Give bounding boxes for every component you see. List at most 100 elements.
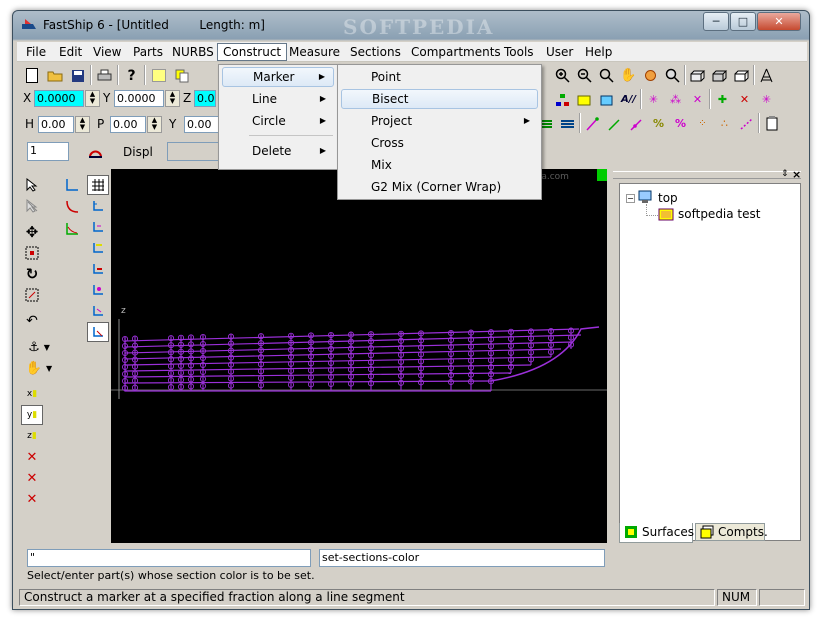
z-coord-field[interactable]: 0.0 [194,90,216,107]
curve-l2-icon[interactable] [61,197,83,217]
menu-nurbs[interactable]: NURBS [167,43,219,61]
heading-spinner[interactable]: ▲ ▼ [75,116,90,133]
curve-line-icon[interactable] [604,113,625,134]
anchor-dropdown-icon[interactable]: ⚓ ▼ [21,337,57,357]
corner-b-icon[interactable] [87,217,109,237]
corner-c-icon[interactable] [87,238,109,258]
cross-y-icon[interactable]: ✕ [21,468,43,488]
rotate-view-icon[interactable] [640,65,661,86]
x-coord-field[interactable]: 0.0000 [34,90,84,107]
select-box-icon[interactable] [148,65,169,86]
submenu-item-project[interactable]: Project ▶ [341,111,538,131]
layer-field[interactable]: 1 [27,142,69,161]
command-input[interactable]: " [27,549,311,567]
zoom-fit-icon[interactable] [596,65,617,86]
corner-d-icon[interactable] [87,259,109,279]
zoom-window-icon[interactable] [662,65,683,86]
display-mode-icon[interactable] [85,141,106,162]
curve-l1-icon[interactable] [61,175,83,195]
select-arrow-icon[interactable] [21,175,43,195]
rotate-icon[interactable]: ↻ [21,264,43,284]
deselect-arrow-icon[interactable] [21,196,43,216]
view-box3-icon[interactable] [731,65,752,86]
menu-file[interactable]: File [21,43,51,61]
menu-item-line[interactable]: Line ▶ [222,89,334,109]
menu-tools[interactable]: Tools [499,43,539,61]
y-coord-spinner[interactable]: ▲ ▼ [165,90,180,107]
grid-icon[interactable] [87,175,109,195]
menu-user[interactable]: User [541,43,578,61]
panel-close-icon[interactable]: × [792,168,801,181]
scatter-star-icon[interactable]: ✳ [643,89,664,110]
box-view-icon[interactable] [596,89,617,110]
menu-item-marker[interactable]: Marker ▶ [222,67,334,87]
points-dots-icon[interactable]: ∴ [714,113,735,134]
scale-icon[interactable] [21,243,43,263]
point-cross-red-icon[interactable]: ✕ [734,89,755,110]
display-field[interactable] [167,142,221,161]
percent-alt-icon[interactable]: % [670,113,691,134]
y-coord-field[interactable]: 0.0000 [114,90,164,107]
close-button[interactable]: ✕ [757,12,801,31]
help-icon[interactable]: ? [121,65,142,86]
scatter-x-icon[interactable]: ✕ [687,89,708,110]
new-file-icon[interactable] [21,65,42,86]
copy-icon[interactable] [171,65,192,86]
undo-icon[interactable]: ↶ [21,311,43,331]
menu-parts[interactable]: Parts [128,43,168,61]
tab-compartments[interactable]: Compts. [695,523,768,541]
cross-x-icon[interactable]: ✕ [21,447,43,467]
menu-item-delete[interactable]: Delete ▶ [222,141,334,161]
snap-icon[interactable] [87,322,109,342]
menu-edit[interactable]: Edit [54,43,87,61]
grid-points-icon[interactable]: ⁘ [692,113,713,134]
yaw-field[interactable]: 0.00 [184,116,220,133]
zoom-in-icon[interactable] [552,65,573,86]
menu-construct[interactable]: Construct [217,43,288,61]
menu-sections[interactable]: Sections [345,43,406,61]
submenu-item-bisect[interactable]: Bisect [341,89,538,109]
panel-grip[interactable] [613,171,801,179]
panel-pin-icon[interactable]: ⇕ [781,169,789,179]
move-z-icon[interactable]: z▮ [21,426,43,446]
corner-f-icon[interactable] [87,301,109,321]
menu-view[interactable]: View [88,43,126,61]
tree-child-label[interactable]: softpedia test [678,207,760,221]
hand-dropdown-icon[interactable]: ✋ ▼ [21,358,57,378]
menu-measure[interactable]: Measure [284,43,345,61]
submenu-item-cross[interactable]: Cross [341,133,538,153]
menu-compartments[interactable]: Compartments [406,43,506,61]
corner-e-icon[interactable] [87,280,109,300]
move-y-icon[interactable]: y▮ [21,405,43,425]
move-x-icon[interactable]: x▮ [21,384,43,404]
menu-help[interactable]: Help [580,43,617,61]
curve-point-icon[interactable] [582,113,603,134]
print-icon[interactable] [94,65,115,86]
perspective-icon[interactable] [756,65,777,86]
menu-item-circle[interactable]: Circle ▶ [222,111,334,131]
view-box2-icon[interactable] [709,65,730,86]
tree-collapse-icon[interactable]: − [626,194,635,203]
open-folder-icon[interactable] [44,65,65,86]
x-coord-spinner[interactable]: ▲ ▼ [85,90,100,107]
drawing-viewport[interactable]: z www.softpedia.com [111,169,607,543]
submenu-item-mix[interactable]: Mix [341,155,538,175]
curve-diag-icon[interactable] [626,113,647,134]
pitch-field[interactable]: 0.00 [110,116,146,133]
view-box1-icon[interactable] [687,65,708,86]
stripes-blue-icon[interactable] [557,113,578,134]
point-cross-green-icon[interactable]: ✚ [712,89,733,110]
mirror-icon[interactable] [21,285,43,305]
corner-a-icon[interactable] [87,196,109,216]
all-icon[interactable]: A// [618,89,639,110]
scatter-cross-icon[interactable]: ⁂ [665,89,686,110]
network-icon[interactable] [552,89,573,110]
tree-root-label[interactable]: top [658,191,678,205]
submenu-item-point[interactable]: Point [341,67,538,87]
tab-surfaces[interactable]: Surfaces [619,523,694,543]
dash-line-icon[interactable] [736,113,757,134]
percent-icon[interactable]: % [648,113,669,134]
zoom-out-icon[interactable] [574,65,595,86]
heading-field[interactable]: 0.00 [38,116,74,133]
cross-z-icon[interactable]: ✕ [21,489,43,509]
